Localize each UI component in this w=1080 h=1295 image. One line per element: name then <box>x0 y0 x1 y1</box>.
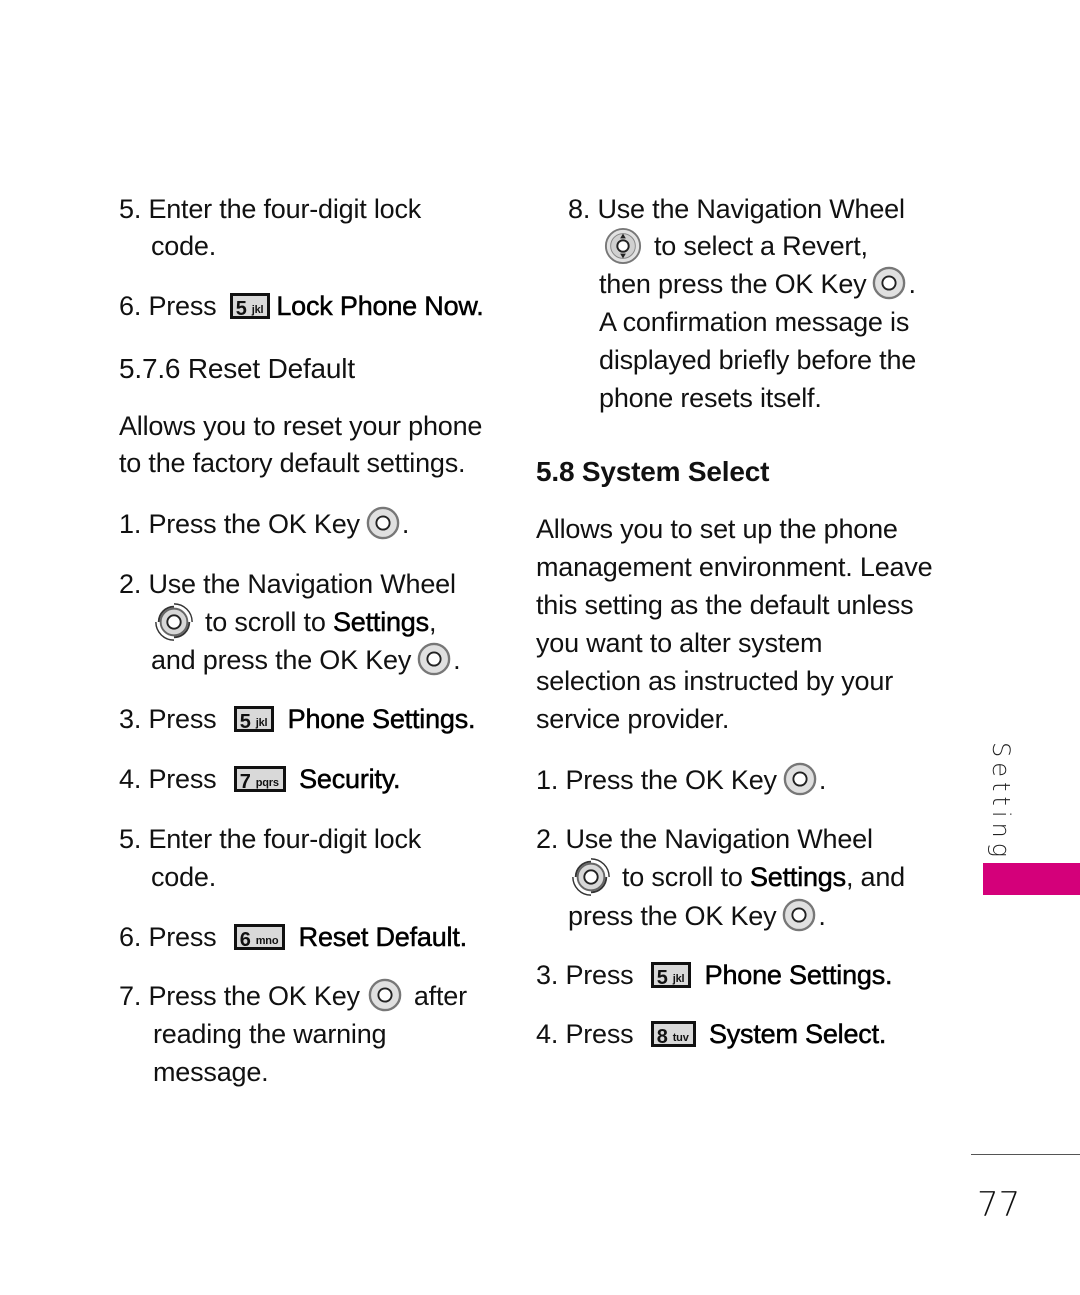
ok-key-icon <box>872 266 906 300</box>
section-heading-system-select: 5.8 System Select <box>536 456 770 487</box>
step-number: 5. <box>119 194 142 224</box>
reset-step-8-cont5: phone resets itself. <box>599 383 822 413</box>
reset-step-8-cont3: A confirmation message is <box>599 307 910 337</box>
menu-option: Phone Settings. <box>704 960 893 991</box>
navigation-wheel-up-down-icon <box>604 227 642 265</box>
reset-step-5: 5. Enter the four-digit lock <box>119 824 422 854</box>
reset-step-7-cont: reading the warning <box>153 1019 387 1049</box>
reset-step-8: 8. Use the Navigation Wheel <box>568 194 905 224</box>
ok-key-icon <box>783 762 817 796</box>
reset-step-8-cont2: then press the OK Key. <box>599 265 916 303</box>
system-step-4: 4. Press 8 tuv System Select. <box>536 1019 887 1050</box>
system-step-2-cont: to scroll to Settings, and <box>570 858 905 900</box>
reset-step-5-cont: code. <box>151 862 217 892</box>
reset-step-2-cont2: and press the OK Key. <box>151 641 461 679</box>
system-select-description-line: management environment. Leave <box>536 552 933 582</box>
step-5-lock: 5. Enter the four-digit lock <box>119 190 421 228</box>
menu-option: Lock Phone Now. <box>276 291 484 322</box>
system-select-description-line: Allows you to set up the phone <box>536 514 898 544</box>
footer-divider <box>971 1154 1080 1155</box>
navigation-wheel-icon <box>153 601 195 643</box>
system-select-description-line: this setting as the default unless <box>536 590 914 620</box>
key-6-mno-icon: 6 mno <box>233 923 286 950</box>
ok-key-icon <box>417 642 451 676</box>
reset-step-7: 7. Press the OK Key after <box>119 977 467 1015</box>
step-number: 6. <box>119 291 142 321</box>
menu-option: Security. <box>299 764 401 795</box>
reset-description-line2: to the factory default settings. <box>119 448 466 478</box>
step-5-lock-cont: code. <box>151 231 217 261</box>
section-tab-marker <box>983 863 1080 895</box>
step-text: Enter the four-digit lock <box>148 194 422 224</box>
reset-step-2: 2. Use the Navigation Wheel <box>119 569 456 599</box>
system-step-2-cont2: press the OK Key. <box>568 897 826 935</box>
reset-step-6: 6. Press 6 mno Reset Default. <box>119 922 467 953</box>
system-select-description-line: selection as instructed by your <box>536 666 893 696</box>
reset-step-8-cont: to select a Revert, <box>604 227 868 267</box>
system-select-description-line: service provider. <box>536 704 730 734</box>
system-step-1: 1. Press the OK Key. <box>536 761 826 799</box>
key-5-jkl-icon: 5 jkl <box>650 961 692 988</box>
reset-step-8-cont4: displayed briefly before the <box>599 345 917 375</box>
step-6-lock-phone-now: 6. Press 5 jkl Lock Phone Now. <box>119 287 484 325</box>
ok-key-icon <box>782 898 816 932</box>
key-7-pqrs-icon: 7 pqrs <box>233 765 286 792</box>
page-number: 77 <box>977 1185 1021 1225</box>
reset-description-line1: Allows you to reset your phone <box>119 411 483 441</box>
reset-step-4: 4. Press 7 pqrs Security. <box>119 764 401 795</box>
system-step-3: 3. Press 5 jkl Phone Settings. <box>536 960 893 991</box>
section-tab-label: Settings <box>987 742 1015 880</box>
menu-option: Phone Settings. <box>287 704 476 735</box>
system-select-description-line: you want to alter system <box>536 628 823 658</box>
reset-step-1: 1. Press the OK Key. <box>119 505 409 543</box>
ok-key-icon <box>368 978 402 1012</box>
section-heading-reset-default: 5.7.6 Reset Default <box>119 353 355 384</box>
step-text: Press <box>148 291 217 321</box>
menu-option: Reset Default. <box>298 922 467 953</box>
navigation-wheel-icon <box>570 856 612 898</box>
reset-step-2-cont: to scroll to Settings, <box>153 603 436 645</box>
key-5-jkl-icon: 5 jkl <box>233 705 275 732</box>
reset-step-7-cont2: message. <box>153 1057 269 1087</box>
key-5-jkl-icon: 5 jkl <box>229 292 271 319</box>
menu-option: System Select. <box>708 1019 887 1050</box>
key-8-tuv-icon: 8 tuv <box>650 1020 696 1047</box>
ok-key-icon <box>366 506 400 540</box>
system-step-2: 2. Use the Navigation Wheel <box>536 824 873 854</box>
reset-step-3: 3. Press 5 jkl Phone Settings. <box>119 704 476 735</box>
